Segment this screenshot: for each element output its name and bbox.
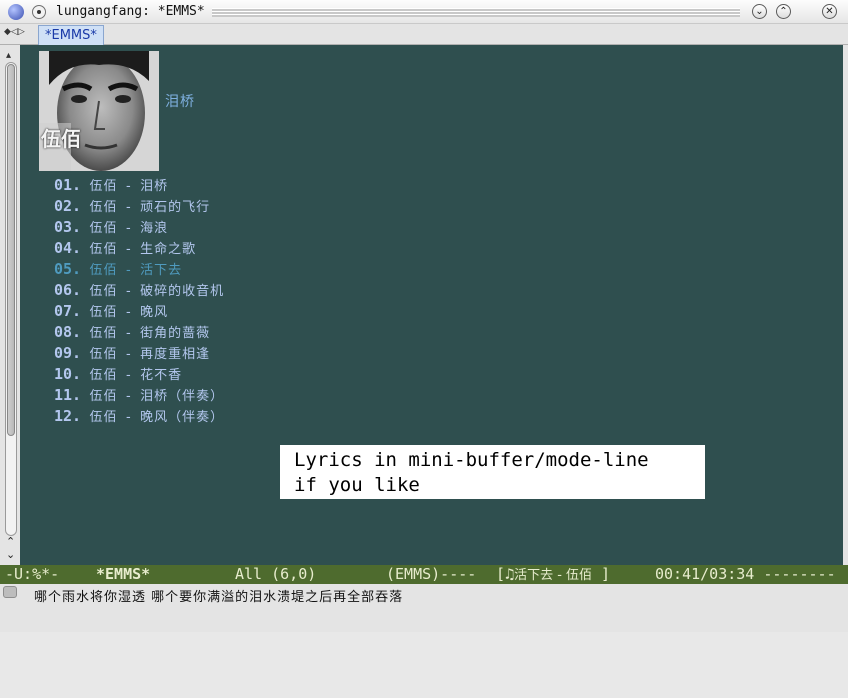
playlist-item[interactable]: 08. 伍佰 - 街角的蔷薇 [54,322,210,343]
scroll-top-arrow-icon[interactable]: ▴ [6,50,11,61]
track-artist: 伍佰 [89,368,118,383]
modeline-major-mode[interactable]: (EMMS)---- [386,565,476,584]
track-number: 07. [54,302,82,320]
playlist-item[interactable]: 11. 伍佰 - 泪桥（伴奏） [54,385,224,406]
track-artist: 伍佰 [89,242,118,257]
modeline-time: 00:41/03:34 -------- [655,565,836,583]
album-title: 泪桥 [165,94,195,110]
scroll-up-icon[interactable]: ⌃ [6,535,15,548]
tab-emms[interactable]: *EMMS* [38,25,104,45]
lyrics-annotation: Lyrics in mini-buffer/mode-line if you l… [280,445,705,499]
window-title: lungangfang: *EMMS* [56,4,205,19]
playlist-item[interactable]: 05. 伍佰 - 活下去 [54,259,182,280]
minibuffer-gutter-icon [3,586,17,598]
track-title: 生命之歌 [140,242,197,257]
playlist-item[interactable]: 01. 伍佰 - 泪桥 [54,175,168,196]
track-number: 10. [54,365,82,383]
album-cover: 伍佰 [39,51,159,171]
annotation-line-1: Lyrics in mini-buffer/mode-line [294,449,649,471]
playlist-item[interactable]: 04. 伍佰 - 生命之歌 [54,238,196,259]
track-artist: 伍佰 [89,347,118,362]
app-globe-icon[interactable] [8,4,24,20]
scroll-down-icon[interactable]: ⌄ [6,548,15,561]
modeline-status: -U:%*- [5,565,60,583]
track-artist: 伍佰 [89,263,118,278]
track-title: 破碎的收音机 [140,284,225,299]
maximize-button[interactable]: ⌃ [776,4,791,19]
close-button[interactable]: ✕ [822,4,837,19]
playlist-item[interactable]: 09. 伍佰 - 再度重相逢 [54,343,210,364]
track-number: 08. [54,323,82,341]
track-number: 12. [54,407,82,425]
track-number: 03. [54,218,82,236]
track-artist: 伍佰 [89,200,118,215]
track-number: 02. [54,197,82,215]
track-number: 05. [54,260,82,278]
modeline-song-title: 活下去 - 伍佰 [514,568,593,583]
annotation-line-2: if you like [294,474,420,496]
track-title: 顽石的飞行 [140,200,211,215]
track-title: 活下去 [140,263,183,278]
title-bar-grip [212,8,740,17]
playlist-item[interactable]: 07. 伍佰 - 晚风 [54,301,168,322]
album-cover-art [39,51,159,171]
album-cover-lettering: 伍佰 [41,127,81,151]
modeline-buffer-name[interactable]: *EMMS* [96,565,150,584]
tab-bar [0,24,848,45]
scroll-thumb[interactable] [7,64,15,436]
modeline-song-open: [♫ [496,565,515,583]
playlist-item[interactable]: 02. 伍佰 - 顽石的飞行 [54,196,210,217]
track-title: 晚风（伴奏） [140,410,225,425]
minimize-button[interactable]: ⌄ [752,4,767,19]
modeline-now-playing: [♫活下去 - 伍佰 ] [496,565,610,585]
playlist-item[interactable]: 06. 伍佰 - 破碎的收音机 [54,280,224,301]
track-artist: 伍佰 [89,221,118,236]
track-title: 海浪 [140,221,169,236]
tab-scroll-arrows-icon[interactable]: ◆◁▷ [4,27,25,37]
playlist-item[interactable]: 03. 伍佰 - 海浪 [54,217,168,238]
window-right-edge [843,45,848,632]
track-title: 再度重相逢 [140,347,211,362]
track-title: 花不香 [140,368,183,383]
track-artist: 伍佰 [89,410,118,425]
track-title: 晚风 [140,305,169,320]
track-title: 泪桥 [140,179,169,194]
track-artist: 伍佰 [89,389,118,404]
modeline-position: All (6,0) [235,565,317,583]
track-artist: 伍佰 [89,326,118,341]
track-number: 06. [54,281,82,299]
track-title: 街角的蔷薇 [140,326,211,341]
track-number: 11. [54,386,82,404]
track-artist: 伍佰 [89,305,118,320]
mode-line[interactable]: -U:%*- *EMMS* All (6,0) (EMMS)---- [♫活下去… [0,565,848,584]
track-artist: 伍佰 [89,179,118,194]
minibuffer-lyric: 哪个雨水将你湿透 哪个要你满溢的泪水溃堤之后再全部吞落 [34,590,404,605]
modeline-song-close: ] [592,565,611,583]
playlist-item[interactable]: 10. 伍佰 - 花不香 [54,364,182,385]
track-number: 09. [54,344,82,362]
track-title: 泪桥（伴奏） [140,389,225,404]
track-number: 04. [54,239,82,257]
playlist-item[interactable]: 12. 伍佰 - 晚风（伴奏） [54,406,224,427]
track-artist: 伍佰 [89,284,118,299]
window-menu-icon[interactable] [32,5,46,19]
track-number: 01. [54,176,82,194]
